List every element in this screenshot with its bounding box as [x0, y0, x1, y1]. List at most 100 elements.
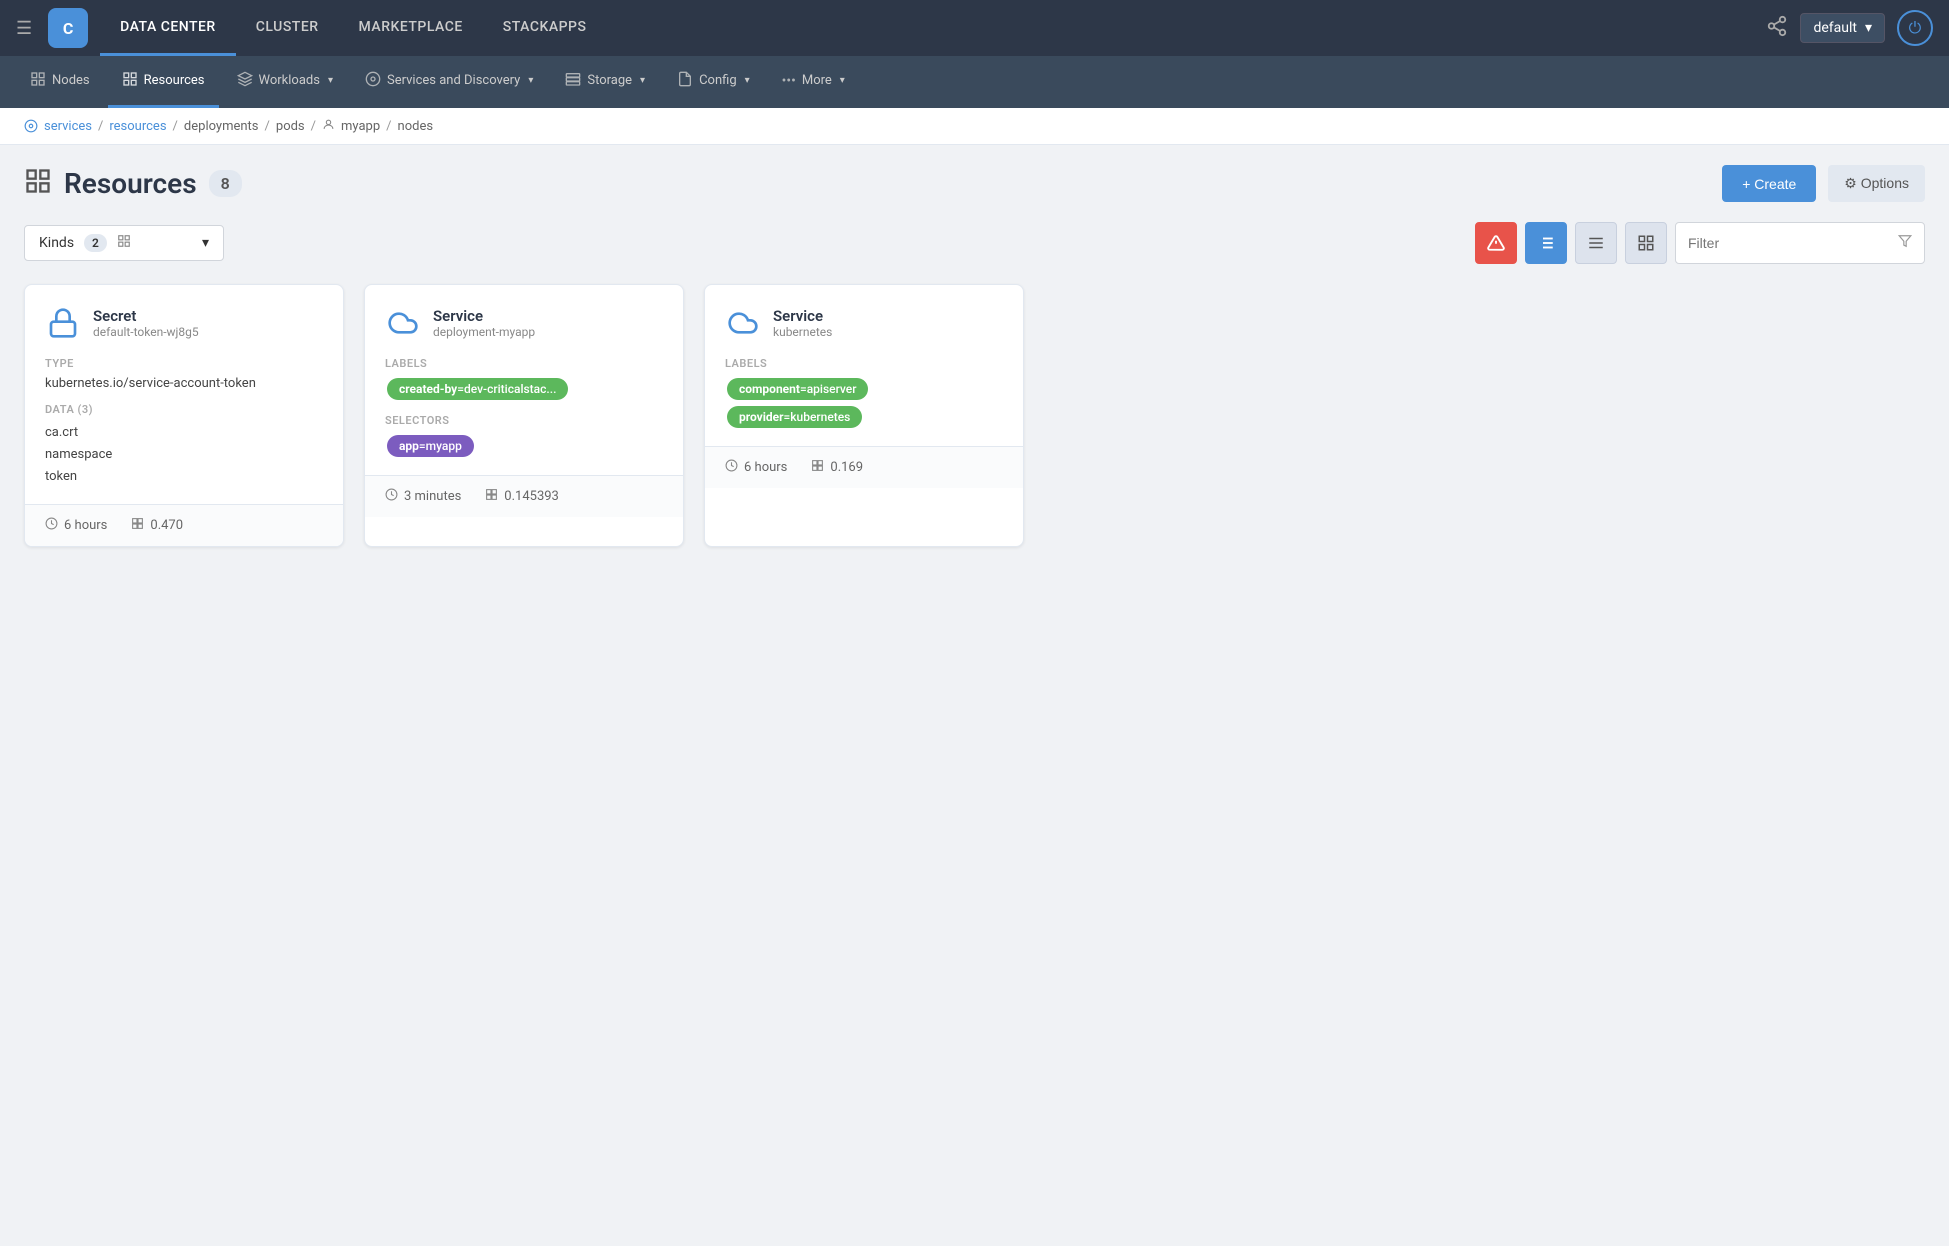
nav-workloads[interactable]: Workloads ▾	[223, 56, 347, 108]
toolbar: Kinds 2 ▾	[24, 222, 1925, 264]
create-button[interactable]: + Create	[1722, 165, 1816, 202]
card-service-myapp-labels-tags: created-by = dev-criticalstac...	[385, 376, 663, 402]
tag-app-eq: =	[419, 439, 426, 453]
breadcrumb-sep-3: /	[265, 119, 270, 134]
nav-item-datacenter[interactable]: DATA CENTER	[100, 0, 236, 56]
tag-component: component = apiserver	[727, 378, 868, 400]
warning-filter-button[interactable]	[1475, 222, 1517, 264]
workloads-chevron: ▾	[328, 75, 333, 86]
workloads-icon	[237, 71, 253, 91]
card-service-kubernetes-name: kubernetes	[773, 325, 832, 339]
breadcrumb-resources[interactable]: resources	[109, 119, 166, 134]
group-button[interactable]	[1625, 222, 1667, 264]
card-service-myapp-footer: 3 minutes 0.145393	[365, 475, 683, 517]
more-icon: •••	[782, 73, 796, 89]
power-button[interactable]: ⏻	[1897, 10, 1933, 46]
breadcrumb-sep-4: /	[311, 119, 316, 134]
clock-icon-3	[725, 459, 738, 476]
card-service-kubernetes-footer: 6 hours 0.169	[705, 446, 1023, 488]
services-icon	[365, 71, 381, 91]
card-secret-name: default-token-wj8g5	[93, 325, 199, 339]
kinds-chevron: ▾	[202, 235, 209, 251]
nav-services-label: Services and Discovery	[387, 73, 520, 88]
card-secret-time-value: 6 hours	[64, 518, 107, 533]
resources-page-icon	[24, 167, 52, 201]
card-secret-footer: 6 hours 0.470	[25, 504, 343, 546]
breadcrumb-nodes: nodes	[398, 119, 434, 134]
nav-more-label: More	[802, 73, 832, 88]
more-chevron: ▾	[840, 75, 845, 86]
nav-more[interactable]: ••• More ▾	[768, 56, 859, 108]
card-secret[interactable]: Secret default-token-wj8g5 TYPE kubernet…	[24, 284, 344, 547]
nav-workloads-label: Workloads	[259, 73, 320, 88]
breadcrumb-services[interactable]: services	[44, 119, 92, 134]
breadcrumb-sep-5: /	[386, 119, 391, 134]
kinds-selector[interactable]: Kinds 2 ▾	[24, 225, 224, 261]
nav-item-cluster[interactable]: CLUSTER	[236, 0, 339, 56]
nav-resources[interactable]: Resources	[108, 56, 219, 108]
card-service-myapp-resource-value: 0.145393	[504, 489, 559, 504]
tag-provider: provider = kubernetes	[727, 406, 862, 428]
card-service-kubernetes-time-value: 6 hours	[744, 460, 787, 475]
resource-icon	[131, 517, 144, 534]
kinds-count-badge: 2	[84, 234, 107, 252]
services-chevron: ▾	[528, 75, 533, 86]
card-service-kubernetes-kind: Service	[773, 307, 832, 325]
card-secret-type-label: TYPE	[45, 357, 323, 370]
card-service-kubernetes-time: 6 hours	[725, 459, 787, 476]
tag-provider-eq: =	[784, 410, 791, 424]
filter-container	[1675, 222, 1925, 264]
card-secret-resource-value: 0.470	[150, 518, 183, 533]
nav-resources-label: Resources	[144, 73, 205, 88]
cards-grid: Secret default-token-wj8g5 TYPE kubernet…	[24, 284, 1925, 547]
config-chevron: ▾	[745, 75, 750, 86]
resource-icon-2	[485, 488, 498, 505]
nav-item-stackapps[interactable]: STACKAPPS	[483, 0, 607, 56]
tag-app-value: myapp	[426, 439, 462, 453]
config-icon	[677, 71, 693, 91]
storage-chevron: ▾	[640, 75, 645, 86]
card-secret-data-label: DATA (3)	[45, 403, 323, 416]
second-nav: Nodes Resources Workloads ▾ Services and…	[0, 56, 1949, 108]
sort-button[interactable]	[1525, 222, 1567, 264]
card-secret-data-item-2: namespace	[45, 444, 323, 466]
card-service-kubernetes-labels-label: LABELS	[725, 357, 1003, 370]
card-service-kubernetes-resource: 0.169	[811, 459, 863, 476]
resources-icon	[122, 71, 138, 91]
card-service-myapp-selectors-tags: app = myapp	[385, 433, 663, 459]
nav-config[interactable]: Config ▾	[663, 56, 764, 108]
filter-input[interactable]	[1688, 235, 1898, 251]
storage-icon	[565, 71, 581, 91]
tag-app-key: app	[399, 439, 419, 453]
card-service-myapp-time: 3 minutes	[385, 488, 461, 505]
nav-nodes[interactable]: Nodes	[16, 56, 104, 108]
tag-created-by-key: created-by	[399, 382, 457, 396]
card-service-kubernetes[interactable]: Service kubernetes LABELS component = ap…	[704, 284, 1024, 547]
card-service-myapp-resource: 0.145393	[485, 488, 559, 505]
options-button[interactable]: ⚙ Options	[1828, 165, 1925, 202]
nav-item-marketplace[interactable]: MARKETPLACE	[339, 0, 483, 56]
breadcrumb: services / resources / deployments / pod…	[0, 108, 1949, 145]
nav-storage[interactable]: Storage ▾	[551, 56, 659, 108]
top-nav-items: DATA CENTER CLUSTER MARKETPLACE STACKAPP…	[100, 0, 1766, 56]
tag-provider-key: provider	[739, 410, 784, 424]
breadcrumb-sep-1: /	[98, 119, 103, 134]
card-service-myapp[interactable]: Service deployment-myapp LABELS created-…	[364, 284, 684, 547]
page-header-right: + Create ⚙ Options	[1722, 165, 1925, 202]
card-secret-kind: Secret	[93, 307, 199, 325]
card-secret-title-group: Secret default-token-wj8g5	[93, 307, 199, 339]
git-icon[interactable]	[1766, 15, 1788, 42]
card-secret-body: Secret default-token-wj8g5 TYPE kubernet…	[25, 285, 343, 504]
main-content: Resources 8 + Create ⚙ Options Kinds 2 ▾	[0, 145, 1949, 567]
list-view-button[interactable]	[1575, 222, 1617, 264]
tag-component-eq: =	[800, 382, 807, 396]
service-myapp-type-icon	[385, 305, 421, 341]
myapp-icon	[322, 118, 335, 134]
hamburger-menu[interactable]: ☰	[16, 18, 32, 39]
top-nav-right: default ▾ ⏻	[1766, 10, 1933, 46]
nav-services[interactable]: Services and Discovery ▾	[351, 56, 547, 108]
card-secret-header: Secret default-token-wj8g5	[45, 305, 323, 341]
card-service-myapp-selectors-label: SELECTORS	[385, 414, 663, 427]
env-selector[interactable]: default ▾	[1800, 13, 1885, 43]
card-service-kubernetes-header: Service kubernetes	[725, 305, 1003, 341]
